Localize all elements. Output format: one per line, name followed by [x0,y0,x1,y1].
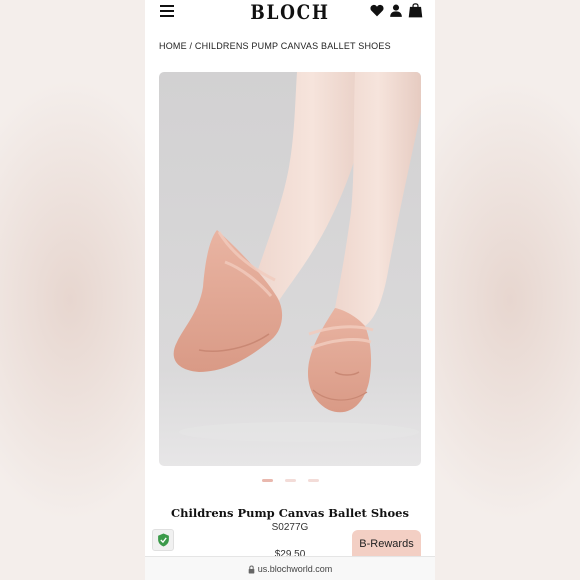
bag-icon[interactable] [408,2,423,18]
carousel-dot-2[interactable] [284,479,296,482]
breadcrumb-current: CHILDRENS PUMP CANVAS BALLET SHOES [194,41,391,51]
url-text: us.blochworld.com [257,564,333,574]
header-actions [370,2,423,18]
user-icon[interactable] [389,3,403,18]
product-image[interactable] [159,72,421,466]
b-rewards-button[interactable]: B-Rewards [352,530,421,558]
breadcrumb: HOME / CHILDRENS PUMP CANVAS BALLET SHOE… [159,41,391,51]
heart-icon[interactable] [370,4,384,17]
carousel-dot-1[interactable] [261,479,273,482]
breadcrumb-home[interactable]: HOME [159,41,187,51]
site-header: BLOCH [145,0,435,26]
carousel-dots [145,479,435,482]
ballet-shoes-illustration [173,72,421,442]
breadcrumb-separator: / [189,41,193,51]
shield-check-icon [157,533,169,547]
product-title: Childrens Pump Canvas Ballet Shoes [171,506,409,520]
lock-icon [248,565,255,573]
carousel-dot-3[interactable] [307,479,319,482]
phone-screen: BLOCH HOME / CHILDRENS PUMP CANVAS BALLE… [145,0,435,580]
browser-url-bar[interactable]: us.blochworld.com [145,556,435,580]
security-badge[interactable] [152,529,174,551]
